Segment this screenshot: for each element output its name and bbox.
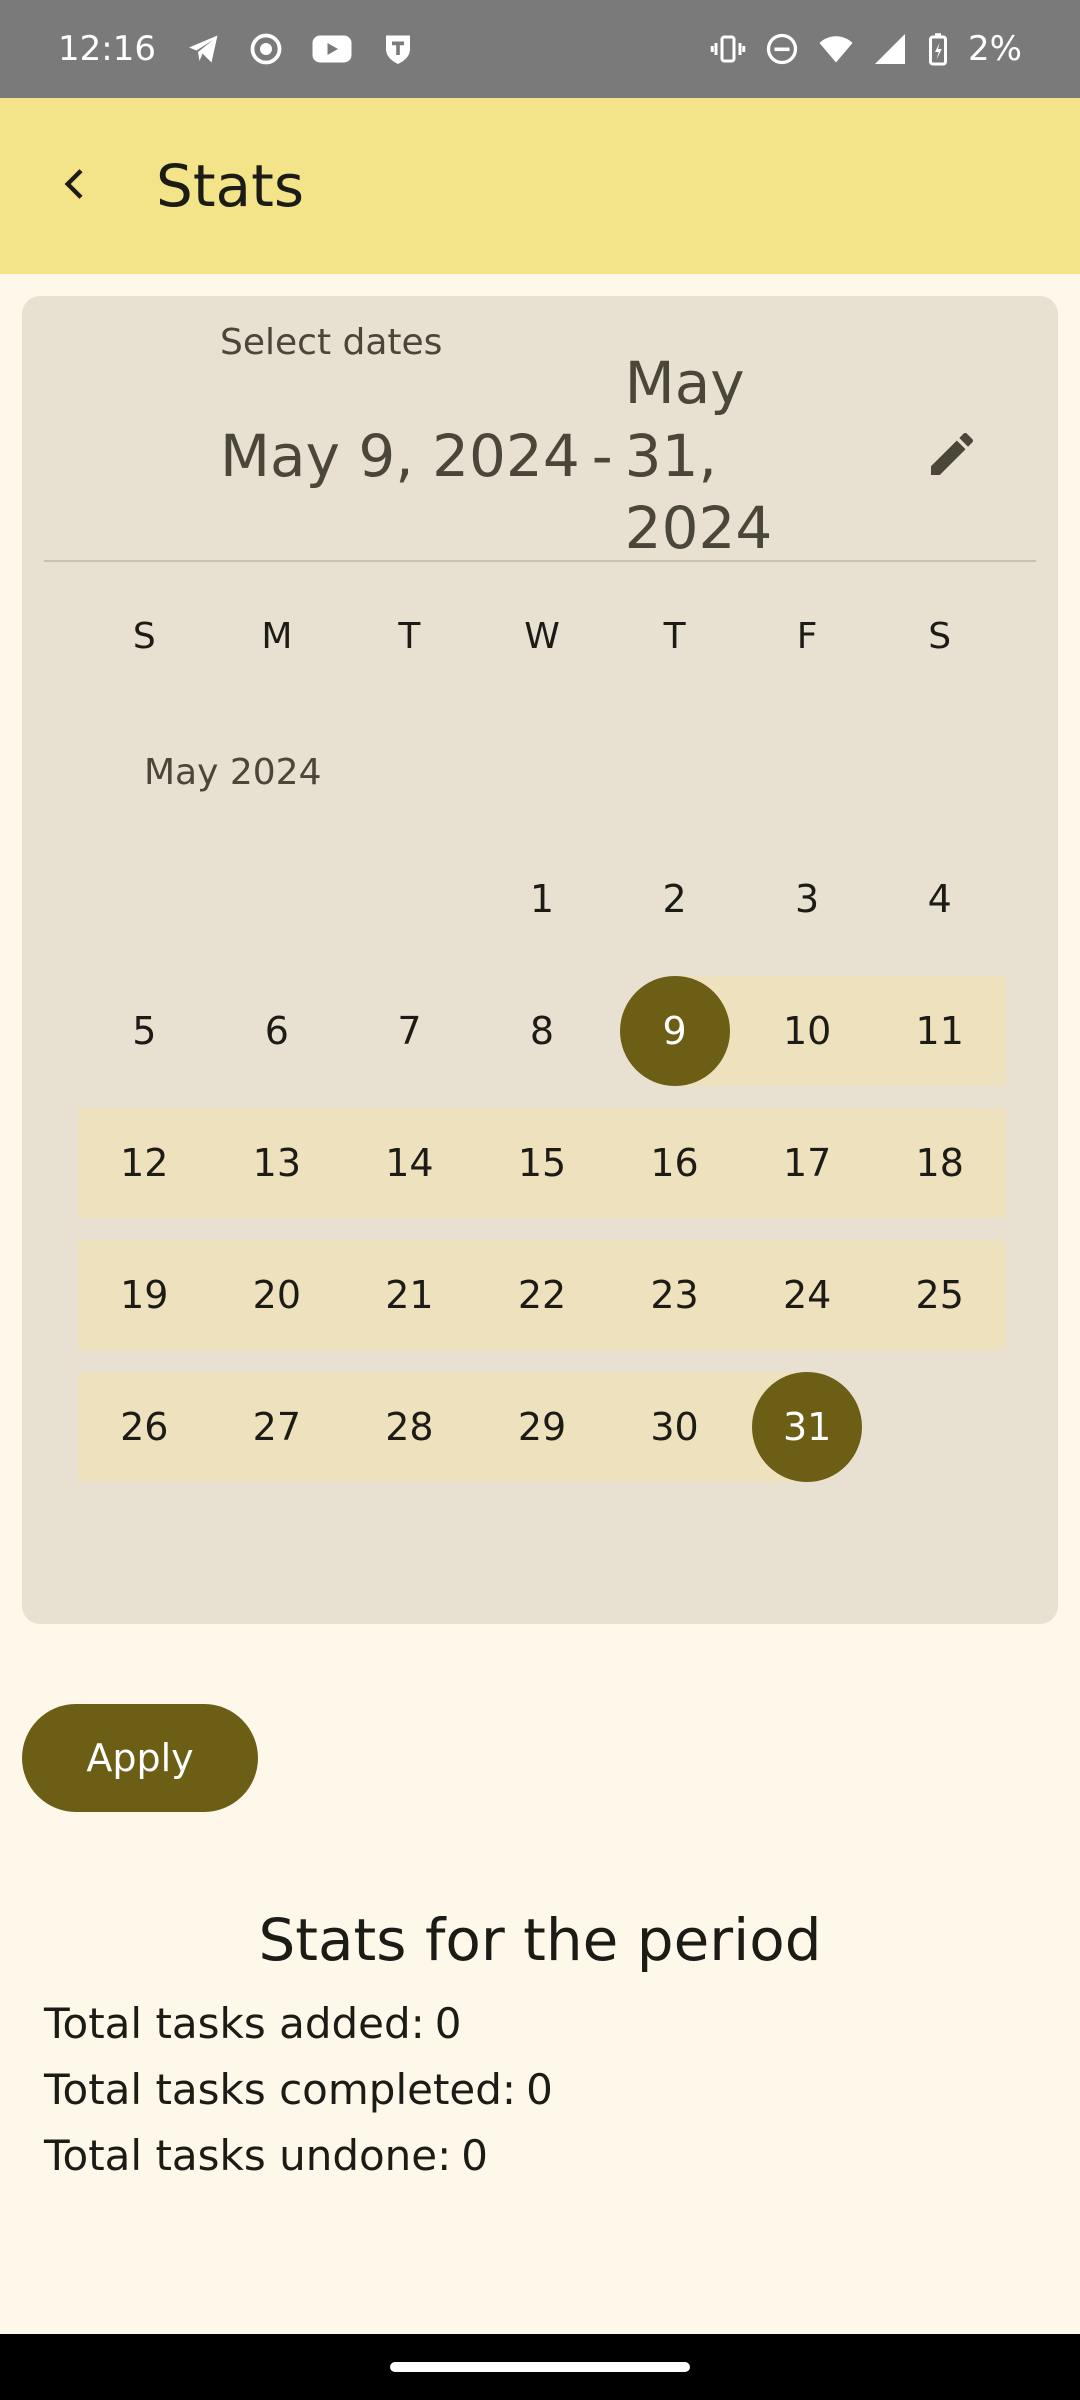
signal-icon xyxy=(872,31,908,67)
calendar-day-18[interactable]: 18 xyxy=(873,1108,1006,1218)
calendar-day-9[interactable]: 9 xyxy=(608,976,741,1086)
app-bar: Stats xyxy=(0,98,1080,274)
calendar-day-25[interactable]: 25 xyxy=(873,1240,1006,1350)
calendar-empty-cell xyxy=(78,844,211,954)
calendar-day-17[interactable]: 17 xyxy=(741,1108,874,1218)
status-system-icons: 2% xyxy=(710,29,1022,69)
battery-icon xyxy=(926,31,950,67)
youtube-icon xyxy=(310,31,354,67)
vibrate-icon xyxy=(710,31,746,67)
calendar-week-row: 12 13 14 15 16 17 18 xyxy=(78,1108,1006,1218)
weekday-label: F xyxy=(796,615,818,657)
calendar-day-29[interactable]: 29 xyxy=(476,1372,609,1482)
picker-label: Select dates xyxy=(220,322,443,363)
calendar-day-30[interactable]: 30 xyxy=(608,1372,741,1482)
range-start-date: May 9, 2024 xyxy=(220,421,580,490)
shield-icon xyxy=(380,31,416,67)
stats-list: Total tasks added: 0 Total tasks completed… xyxy=(44,1990,553,2188)
header-divider xyxy=(44,560,1036,562)
stats-title: Stats for the period xyxy=(258,1906,822,1974)
status-time: 12:16 xyxy=(58,29,156,69)
weekday-label: W xyxy=(524,615,560,657)
weekday-label: T xyxy=(398,615,421,657)
calendar-day-12[interactable]: 12 xyxy=(78,1108,211,1218)
stats-line-label: Total tasks completed: xyxy=(44,2064,517,2114)
calendar-day-19[interactable]: 19 xyxy=(78,1240,211,1350)
pencil-icon xyxy=(924,426,980,486)
calendar-day-3[interactable]: 3 xyxy=(741,844,874,954)
calendar-day-31[interactable]: 31 xyxy=(741,1372,874,1482)
calendar-day-22[interactable]: 22 xyxy=(476,1240,609,1350)
calendar-day-4[interactable]: 4 xyxy=(873,844,1006,954)
calendar-day-26[interactable]: 26 xyxy=(78,1372,211,1482)
calendar-week-row: 26 27 28 29 30 31 xyxy=(78,1372,1006,1482)
calendar-day-5[interactable]: 5 xyxy=(78,976,211,1086)
weekday-header: SMTWTFS xyxy=(78,596,1006,676)
calendar-day-20[interactable]: 20 xyxy=(211,1240,344,1350)
telegram-icon xyxy=(186,31,222,67)
calendar-day-23[interactable]: 23 xyxy=(608,1240,741,1350)
calendar-day-13[interactable]: 13 xyxy=(211,1108,344,1218)
stats-line-value: 0 xyxy=(434,1998,462,2048)
wifi-icon xyxy=(818,31,854,67)
back-arrow-icon xyxy=(56,164,96,208)
calendar-empty-cell xyxy=(343,844,476,954)
calendar-grid: 1 2 3 4 5 6 7 8 9 10 11 12 13 14 15 16 17 18 19 20 21 22 23 24 2… xyxy=(78,844,1006,1504)
apply-button[interactable]: Apply xyxy=(22,1704,258,1812)
edit-dates-button[interactable] xyxy=(902,406,1002,506)
date-range-picker: Select dates May 9, 2024 - May 31, 2024 … xyxy=(22,296,1058,1624)
home-gesture-handle[interactable] xyxy=(390,2362,690,2372)
calendar-day-21[interactable]: 21 xyxy=(343,1240,476,1350)
record-icon xyxy=(248,31,284,67)
calendar-day-15[interactable]: 15 xyxy=(476,1108,609,1218)
stats-line-label: Total tasks undone: xyxy=(44,2130,452,2180)
battery-percentage: 2% xyxy=(968,29,1022,69)
stats-line: Total tasks added: 0 xyxy=(44,1990,553,2056)
weekday-label: M xyxy=(261,615,293,657)
calendar-day-6[interactable]: 6 xyxy=(211,976,344,1086)
calendar-day-11[interactable]: 11 xyxy=(873,976,1006,1086)
range-end-date: May 31, 2024 xyxy=(624,349,773,563)
calendar-week-row: 19 20 21 22 23 24 25 xyxy=(78,1240,1006,1350)
calendar-week-row: 1234 xyxy=(78,844,1006,954)
calendar-day-14[interactable]: 14 xyxy=(343,1108,476,1218)
page-title: Stats xyxy=(156,152,305,220)
calendar-empty-cell xyxy=(211,844,344,954)
calendar-day-24[interactable]: 24 xyxy=(741,1240,874,1350)
back-button[interactable] xyxy=(26,136,126,236)
calendar-empty-cell xyxy=(873,1372,1006,1482)
status-notification-icons xyxy=(186,31,416,67)
range-separator: - xyxy=(591,421,613,490)
calendar-day-1[interactable]: 1 xyxy=(476,844,609,954)
weekday-label: T xyxy=(663,615,686,657)
month-label: May 2024 xyxy=(144,752,322,793)
selected-range-header: May 9, 2024 - May 31, 2024 xyxy=(220,349,840,562)
calendar-week-row: 5 6 7 8 9 10 11 xyxy=(78,976,1006,1086)
calendar-day-7[interactable]: 7 xyxy=(343,976,476,1086)
stats-line-value: 0 xyxy=(526,2064,553,2114)
calendar-day-10[interactable]: 10 xyxy=(741,976,874,1086)
stats-line: Total tasks completed: 0 xyxy=(44,2056,553,2122)
stats-line-value: 0 xyxy=(461,2130,489,2180)
calendar-day-8[interactable]: 8 xyxy=(476,976,609,1086)
weekday-label: S xyxy=(928,615,952,657)
weekday-label: S xyxy=(132,615,156,657)
calendar-day-2[interactable]: 2 xyxy=(608,844,741,954)
status-bar: 12:16 2% xyxy=(0,0,1080,98)
stats-line-label: Total tasks added: xyxy=(44,1998,425,2048)
calendar-day-28[interactable]: 28 xyxy=(343,1372,476,1482)
navigation-bar xyxy=(0,2334,1080,2400)
dnd-icon xyxy=(764,31,800,67)
stats-line: Total tasks undone: 0 xyxy=(44,2122,553,2188)
calendar-day-27[interactable]: 27 xyxy=(211,1372,344,1482)
calendar-day-16[interactable]: 16 xyxy=(608,1108,741,1218)
